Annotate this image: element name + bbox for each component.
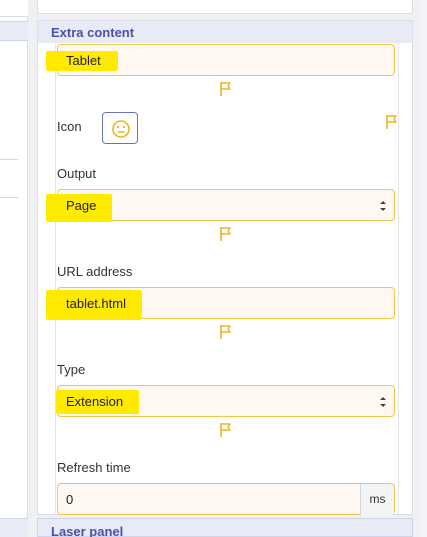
flag-icon[interactable] bbox=[384, 114, 400, 130]
name-field-value: Tablet bbox=[66, 53, 101, 68]
refresh-unit-addon: ms bbox=[360, 484, 394, 516]
left-panel-bottom bbox=[0, 518, 28, 537]
laser-panel-card[interactable]: Laser panel bbox=[37, 518, 413, 537]
select-arrows-icon bbox=[380, 397, 386, 407]
output-select[interactable]: Page bbox=[46, 189, 395, 222]
name-field[interactable]: Tablet bbox=[46, 44, 395, 76]
refresh-label: Refresh time bbox=[57, 460, 131, 475]
select-arrows-icon bbox=[380, 201, 386, 211]
left-panel-header bbox=[0, 21, 28, 41]
flag-icon[interactable] bbox=[218, 422, 234, 438]
extra-content-card: Extra content Tablet Icon Output Page UR… bbox=[37, 20, 413, 516]
icon-picker-button[interactable] bbox=[102, 112, 138, 144]
flag-icon[interactable] bbox=[218, 81, 234, 97]
card-title: Extra content bbox=[51, 25, 135, 40]
type-label: Type bbox=[57, 362, 86, 377]
url-field-value: tablet.html bbox=[66, 296, 126, 311]
card-header: Extra content bbox=[38, 21, 412, 43]
left-panel-divider bbox=[0, 159, 18, 160]
neutral-face-icon bbox=[112, 120, 130, 138]
flag-icon[interactable] bbox=[218, 324, 234, 340]
previous-card-bottom bbox=[37, 0, 413, 14]
laser-panel-title: Laser panel bbox=[51, 524, 124, 537]
output-label: Output bbox=[57, 166, 97, 181]
icon-label: Icon bbox=[57, 119, 82, 134]
url-label: URL address bbox=[57, 264, 133, 279]
app-root: Extra content Tablet Icon Output Page UR… bbox=[0, 0, 427, 537]
refresh-time-value: 0 bbox=[66, 492, 74, 507]
left-panel-divider bbox=[0, 197, 18, 198]
url-field[interactable]: tablet.html bbox=[46, 287, 395, 320]
type-select[interactable]: Extension bbox=[56, 385, 395, 417]
flag-icon[interactable] bbox=[218, 226, 234, 242]
scrollbar-track[interactable] bbox=[420, 0, 427, 537]
output-select-value: Page bbox=[66, 198, 97, 213]
left-panel bbox=[0, 0, 28, 537]
refresh-time-field[interactable]: 0 ms bbox=[57, 483, 395, 516]
type-select-value: Extension bbox=[66, 394, 124, 409]
left-panel-top bbox=[0, 0, 28, 17]
